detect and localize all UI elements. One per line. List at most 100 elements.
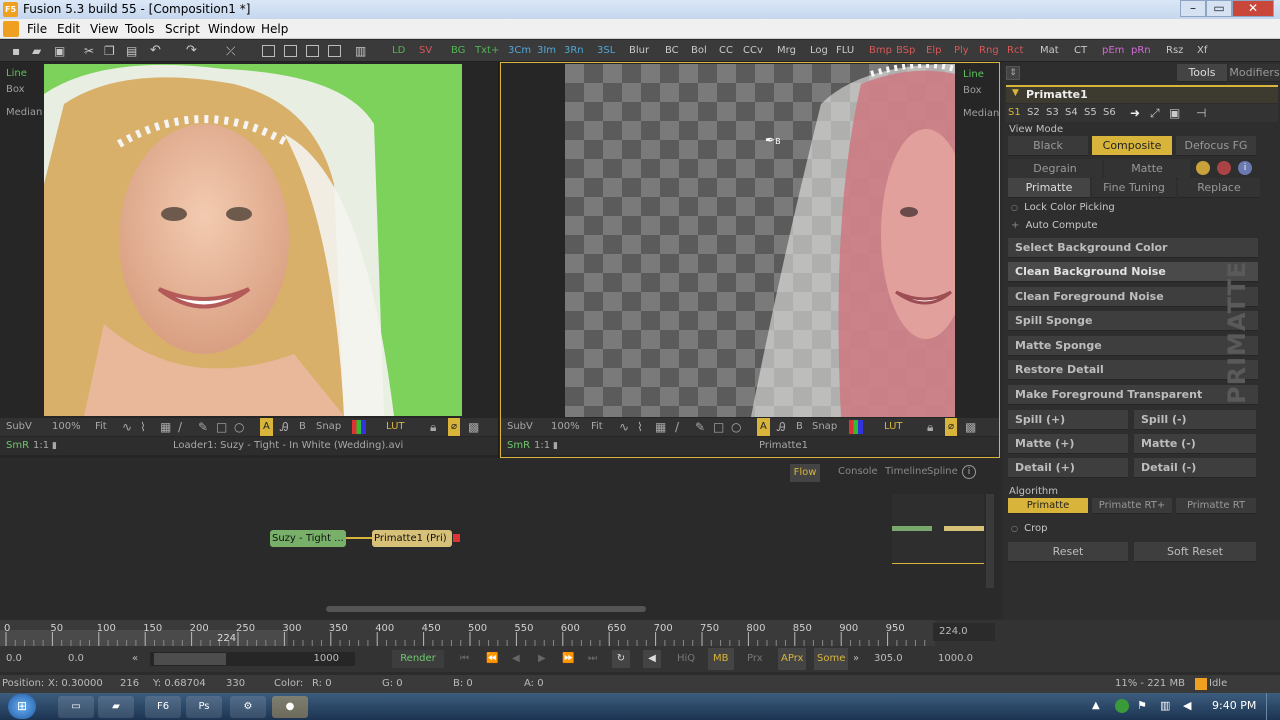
left-viewer-line-tool[interactable]: Line <box>6 66 42 82</box>
right-brush-icon[interactable]: / <box>675 418 679 436</box>
left-viewer-median-tool[interactable]: Median <box>6 105 42 121</box>
audio-icon[interactable]: ◀︎ <box>643 650 661 668</box>
clean-foreground-noise-button[interactable]: Clean Foreground Noise <box>1008 287 1258 307</box>
tool-xf[interactable]: Xf <box>1197 40 1207 62</box>
tray-app-icon[interactable] <box>1115 699 1129 713</box>
restore-detail-button[interactable]: Restore Detail <box>1008 360 1258 380</box>
slot-s5[interactable]: S5 <box>1084 104 1097 122</box>
clock[interactable]: 9:40 PM <box>1212 699 1256 712</box>
tool-3rn[interactable]: 3Rn <box>564 40 584 62</box>
right-zoom-select[interactable]: 100% <box>551 418 580 436</box>
left-lut-button[interactable]: LUT <box>386 418 405 436</box>
right-ratio-button[interactable]: 1:1 <box>534 437 550 455</box>
left-lock-icon[interactable]: 🔒︎ <box>430 418 436 436</box>
tool-blur[interactable]: Blur <box>629 40 649 62</box>
algorithm-primatte-rt[interactable]: Primatte RT <box>1176 498 1256 514</box>
info-icon[interactable]: i <box>1238 161 1252 175</box>
right-viewer-median-tool[interactable]: Median <box>963 106 999 122</box>
tool-bg[interactable]: BG <box>451 40 465 62</box>
right-grid-icon[interactable]: ▦ <box>655 418 666 436</box>
maximize-button[interactable]: ▭ <box>1206 0 1232 17</box>
tool-bsp[interactable]: BSp <box>896 40 915 62</box>
tab-flow[interactable]: Flow <box>790 464 820 482</box>
view-mode-composite[interactable]: Composite <box>1092 136 1172 156</box>
tab-modifiers[interactable]: Modifiers <box>1229 64 1280 82</box>
clean-background-noise-button[interactable]: Clean Background Noise <box>1008 262 1258 282</box>
left-viewer[interactable]: Line Box Median SubV 100% Fit ∿ ⌇ ▦ / ✎ … <box>0 62 499 458</box>
step-forward-icon[interactable]: ⏩ <box>562 648 574 670</box>
current-time-marker[interactable]: 224 <box>217 633 236 644</box>
tab-matte[interactable]: Matte <box>1104 159 1190 179</box>
left-roi-icon[interactable]: ⌀ <box>448 418 461 436</box>
tool-ct[interactable]: CT <box>1074 40 1087 62</box>
tool-bmp[interactable]: Bmp <box>869 40 892 62</box>
make-foreground-transparent-button[interactable]: Make Foreground Transparent <box>1008 385 1258 405</box>
left-b-button[interactable]: B <box>299 418 306 436</box>
aprx-button[interactable]: APrx <box>778 648 807 670</box>
open-icon[interactable]: ▰ <box>32 40 41 62</box>
flow-navigator[interactable] <box>892 494 984 564</box>
menu-tools[interactable]: Tools <box>123 19 157 39</box>
pin-icon[interactable]: ⊣ <box>1196 104 1206 122</box>
menu-file[interactable]: File <box>25 19 49 39</box>
soft-reset-button[interactable]: Soft Reset <box>1134 542 1256 562</box>
right-rectangle-icon[interactable]: □ <box>713 418 724 436</box>
tool-mat[interactable]: Mat <box>1040 40 1059 62</box>
loop-icon[interactable]: ↻ <box>612 650 630 668</box>
right-pencil-icon[interactable]: ✎ <box>695 418 705 436</box>
tool-ld[interactable]: LD <box>392 40 405 62</box>
go-end-icon[interactable]: ⏭ <box>588 648 597 670</box>
close-button[interactable]: ✕ <box>1232 0 1274 17</box>
taskbar-fusion-active-icon[interactable]: ● <box>272 696 308 718</box>
menu-script[interactable]: Script <box>163 19 202 39</box>
slot-s3[interactable]: S3 <box>1046 104 1059 122</box>
right-fit-button[interactable]: Fit <box>591 418 603 436</box>
show-desktop-button[interactable] <box>1266 693 1280 720</box>
crop-row[interactable]: ○ Crop <box>1011 523 1048 534</box>
taskbar-app-icon[interactable]: ⚙ <box>230 696 266 718</box>
gear-icon[interactable] <box>1217 161 1231 175</box>
range-left-arrow-icon[interactable]: « <box>132 648 138 670</box>
play-icon[interactable]: ▶ <box>538 648 546 670</box>
taskbar-photoshop-icon[interactable]: Ps <box>186 696 222 718</box>
right-smr-button[interactable]: SmR <box>507 437 530 455</box>
tool-header[interactable]: ▼ Primatte1 <box>1006 85 1278 103</box>
some-button[interactable]: Some <box>814 648 849 670</box>
right-lock-icon[interactable]: 🔒︎ <box>927 418 933 436</box>
matte-plus-button[interactable]: Matte (+) <box>1008 434 1128 454</box>
left-ellipse-icon[interactable]: ○ <box>234 418 244 436</box>
slot-s6[interactable]: S6 <box>1103 104 1116 122</box>
global-start-field[interactable]: 0.0 <box>6 648 22 670</box>
render-start-field[interactable]: 0.0 <box>68 648 84 670</box>
left-smr-button[interactable]: SmR <box>6 437 29 455</box>
tool-rng[interactable]: Rng <box>979 40 999 62</box>
crop-checkbox-icon[interactable]: ○ <box>1011 524 1018 533</box>
right-channel-icon[interactable] <box>849 420 863 434</box>
tray-network-icon[interactable]: ▥ <box>1160 699 1170 712</box>
right-a-button[interactable]: A <box>757 418 770 436</box>
tab-primatte[interactable]: Primatte <box>1008 178 1090 198</box>
range-slider[interactable]: 1000 <box>150 652 355 666</box>
tool-rsz[interactable]: Rsz <box>1166 40 1183 62</box>
tab-replace[interactable]: Replace <box>1178 178 1260 198</box>
left-a-button[interactable]: A <box>260 418 273 436</box>
tray-flag-icon[interactable]: ⚑ <box>1137 699 1147 712</box>
step-back-icon[interactable]: ⏪ <box>486 648 498 670</box>
redo-icon[interactable]: ↷ <box>186 40 197 62</box>
tool-txt[interactable]: Txt+ <box>475 40 499 62</box>
tool-mrg[interactable]: Mrg <box>777 40 796 62</box>
flow-view[interactable]: Flow Console Timeline Spline i Suzy - Ti… <box>0 462 999 620</box>
flow-vertical-scrollbar[interactable] <box>986 494 994 588</box>
tray-volume-icon[interactable]: ◀︎ <box>1183 699 1191 712</box>
left-rectangle-icon[interactable]: □ <box>216 418 227 436</box>
tool-log[interactable]: Log <box>810 40 828 62</box>
paste-icon[interactable]: ▤ <box>126 40 137 62</box>
range-slider-handle[interactable] <box>154 653 226 665</box>
view-mode-black[interactable]: Black <box>1008 136 1088 156</box>
view-mode-defocus-fg[interactable]: Defocus FG <box>1176 136 1256 156</box>
left-ratio-button[interactable]: 1:1 <box>33 437 49 455</box>
pick-icon[interactable]: ⤢ <box>1150 104 1160 122</box>
tool-3cm[interactable]: 3Cm <box>508 40 531 62</box>
left-checker-icon[interactable]: ▩ <box>468 418 479 436</box>
tool-ply[interactable]: Ply <box>954 40 969 62</box>
